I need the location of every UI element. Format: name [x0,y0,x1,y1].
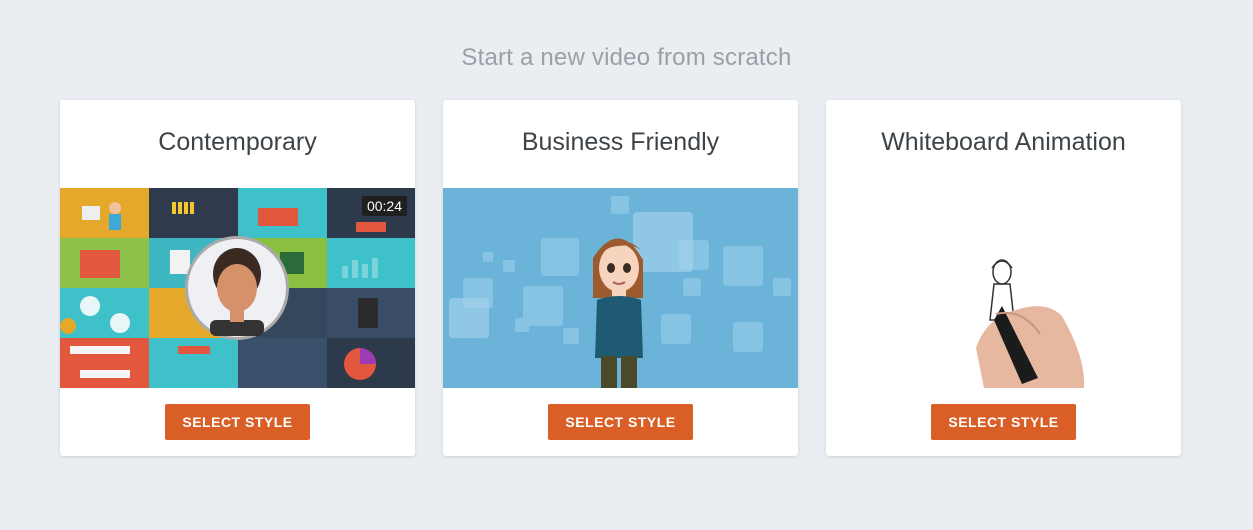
style-card-whiteboard-animation[interactable]: Whiteboard Animation SELECT STYLE [826,100,1181,456]
card-title: Whiteboard Animation [881,128,1126,156]
style-card-business-friendly[interactable]: Business Friendly SELECT STYLE [443,100,798,456]
contemporary-preview-image[interactable]: 00:24 [60,188,415,388]
whiteboard-animation-preview-image[interactable] [826,188,1181,388]
select-style-button-contemporary[interactable]: SELECT STYLE [165,404,310,440]
card-title: Contemporary [158,128,317,156]
select-style-button-business-friendly[interactable]: SELECT STYLE [548,404,693,440]
select-style-button-whiteboard-animation[interactable]: SELECT STYLE [931,404,1076,440]
video-duration-badge: 00:24 [361,196,407,216]
card-title: Business Friendly [521,128,720,156]
page-heading: Start a new video from scratch [461,44,792,71]
business-friendly-preview-image[interactable] [443,188,798,388]
style-card-contemporary[interactable]: Contemporary 00:24 SELECT STYLE [60,100,415,456]
